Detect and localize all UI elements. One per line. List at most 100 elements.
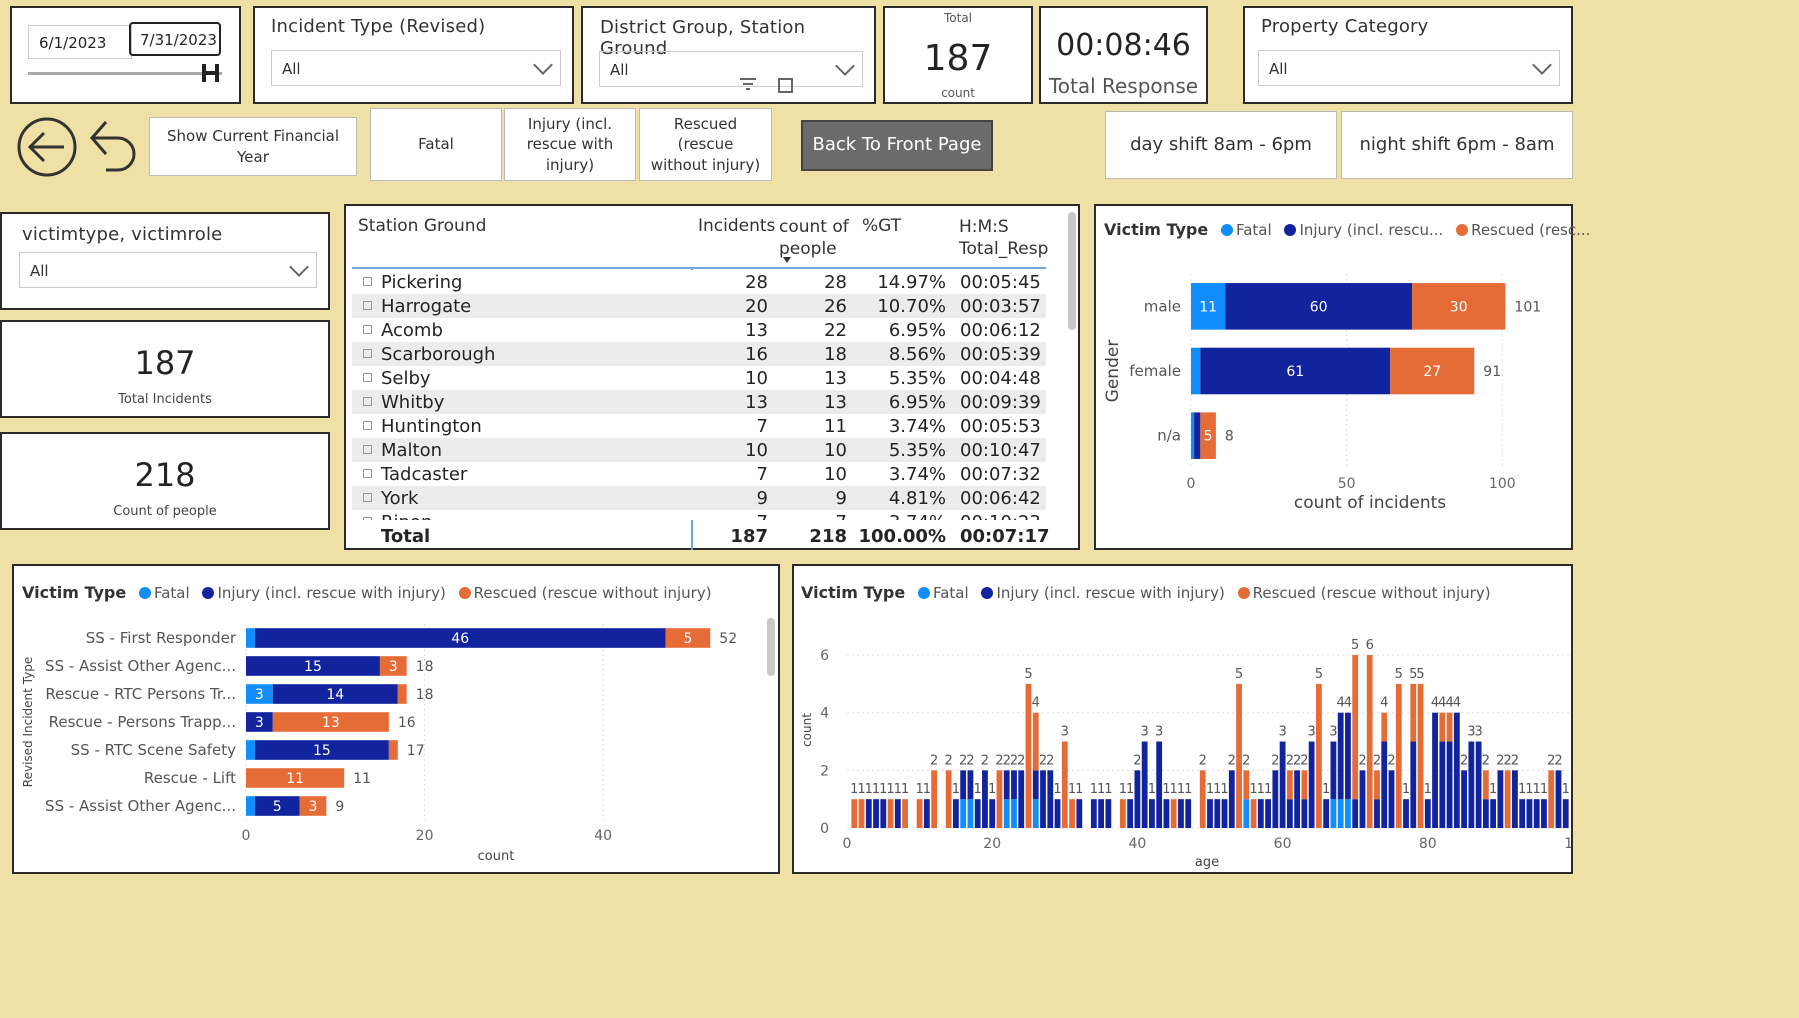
total-label: 2 — [930, 753, 938, 768]
district-dropdown[interactable]: All — [599, 51, 863, 87]
show-financial-year-button[interactable]: Show Current Financial Year — [149, 117, 357, 176]
expand-icon[interactable] — [363, 349, 372, 358]
property-category-dropdown[interactable]: All — [1258, 50, 1560, 86]
total-label: 1 — [901, 782, 909, 797]
legend-injury[interactable]: Injury (incl. rescue with injury) — [996, 584, 1224, 602]
table-row[interactable]: Harrogate 20 26 10.70% 00:03:57 — [352, 294, 1046, 318]
injury-dot-icon — [1284, 224, 1297, 236]
chart-scrollbar[interactable] — [767, 618, 775, 676]
table-row[interactable]: Ripon 7 7 3.74% 00:10:23 — [352, 510, 1046, 520]
total-incidents-card: 187 Total Incidents — [0, 320, 330, 418]
bar-segment — [1519, 799, 1526, 828]
legend-injury[interactable]: Injury (incl. rescu... — [1299, 221, 1443, 239]
incident-type-slicer: Incident Type (Revised) All — [253, 6, 574, 104]
table-row[interactable]: Tadcaster 7 10 3.74% 00:07:32 — [352, 462, 1046, 486]
expand-icon[interactable] — [363, 325, 372, 334]
expand-icon[interactable] — [363, 373, 372, 382]
table-row[interactable]: Selby 10 13 5.35% 00:04:48 — [352, 366, 1046, 390]
expand-icon[interactable] — [363, 397, 372, 406]
cell-resp: 00:09:39 — [960, 392, 1041, 413]
rescued-dot-icon — [1237, 587, 1250, 599]
table-row[interactable]: Whitby 13 13 6.95% 00:09:39 — [352, 390, 1046, 414]
bar-segment — [873, 799, 879, 828]
x-tick-label: 50 — [1338, 476, 1356, 492]
cell-station: Selby — [381, 368, 431, 389]
incident-type-dropdown[interactable]: All — [271, 50, 561, 86]
x-axis-title: count of incidents — [1294, 493, 1446, 513]
legend-fatal[interactable]: Fatal — [933, 584, 969, 602]
table-row[interactable]: Malton 10 10 5.35% 00:10:47 — [352, 438, 1046, 462]
day-shift-button[interactable]: day shift 8am - 6pm — [1105, 111, 1337, 179]
header-count-of-people[interactable]: count of people — [779, 216, 849, 260]
bar-segment — [1337, 712, 1344, 800]
expand-icon[interactable] — [363, 445, 372, 454]
back-to-front-page-button[interactable]: Back To Front Page — [801, 120, 993, 171]
rescued-button[interactable]: Rescued (rescue without injury) — [639, 108, 772, 181]
legend-rescued[interactable]: Rescued (rescue without injury) — [474, 584, 712, 602]
header-total-resp[interactable]: H:M:S Total_Resp — [959, 216, 1048, 260]
header-pct-gt[interactable]: %GT — [862, 216, 901, 236]
total-label: 18 — [416, 687, 434, 703]
expand-icon[interactable] — [363, 277, 372, 286]
focus-mode-icon[interactable] — [778, 78, 793, 93]
cell-incidents: 13 — [745, 392, 768, 413]
legend-rescued[interactable]: Rescued (rescue without injury) — [1253, 584, 1491, 602]
cell-resp: 00:05:45 — [960, 272, 1041, 293]
back-arrow-icon[interactable] — [16, 116, 78, 178]
night-shift-button[interactable]: night shift 6pm - 8am — [1341, 111, 1573, 179]
bar-segment — [1446, 741, 1453, 828]
legend-rescued[interactable]: Rescued (resc... — [1471, 221, 1590, 239]
date-range-slider[interactable] — [28, 72, 222, 75]
cell-pct: 3.74% — [889, 512, 946, 520]
bar-segment — [1446, 712, 1453, 742]
start-date-input[interactable]: 6/1/2023 — [28, 25, 132, 59]
table-scrollbar[interactable] — [1068, 212, 1076, 330]
injury-button[interactable]: Injury (incl. rescue with injury) — [504, 108, 636, 181]
bar-segment — [1541, 799, 1547, 828]
bar-segment — [1308, 741, 1315, 828]
victim-type-dropdown[interactable]: All — [19, 252, 317, 288]
data-label: 13 — [322, 715, 340, 731]
table-row[interactable]: York 9 9 4.81% 00:06:42 — [352, 486, 1046, 510]
expand-icon[interactable] — [363, 493, 372, 502]
expand-icon[interactable] — [363, 469, 372, 478]
total-label: 1 — [1148, 782, 1156, 797]
slider-handle[interactable] — [202, 64, 219, 82]
header-station-ground[interactable]: Station Ground — [358, 216, 486, 236]
legend-fatal[interactable]: Fatal — [1236, 221, 1272, 239]
fatal-button[interactable]: Fatal — [370, 108, 502, 181]
table-row[interactable]: Huntington 7 11 3.74% 00:05:53 — [352, 414, 1046, 438]
property-category-label: Property Category — [1261, 16, 1429, 37]
total-label: 16 — [398, 715, 416, 731]
total-label: 1 — [1264, 782, 1272, 797]
bar-segment — [960, 770, 967, 800]
bar-segment — [974, 799, 981, 828]
data-label: 3 — [255, 715, 264, 731]
expand-icon[interactable] — [363, 421, 372, 430]
expand-icon[interactable] — [363, 301, 372, 310]
filter-icon[interactable] — [740, 78, 756, 90]
total-label: 5 — [1315, 667, 1323, 682]
total-label: 2 — [944, 753, 952, 768]
cell-resp: 00:05:53 — [960, 416, 1041, 437]
bar-segment — [916, 799, 923, 828]
table-row[interactable]: Acomb 13 22 6.95% 00:06:12 — [352, 318, 1046, 342]
total-label: 2 — [1017, 753, 1025, 768]
legend-injury[interactable]: Injury (incl. rescue with injury) — [217, 584, 445, 602]
bar-segment — [1395, 683, 1402, 828]
bar-segment — [1286, 770, 1293, 800]
table-row[interactable]: Pickering 28 28 14.97% 00:05:45 — [352, 270, 1046, 294]
cell-station: Scarborough — [381, 344, 496, 365]
expand-icon[interactable] — [363, 517, 372, 520]
legend-fatal[interactable]: Fatal — [154, 584, 190, 602]
total-label: 1 — [988, 782, 996, 797]
data-label: 11 — [286, 771, 304, 787]
total-incidents-caption: Total Incidents — [118, 392, 212, 407]
header-incidents[interactable]: Incidents — [698, 216, 775, 236]
table-row[interactable]: Scarborough 16 18 8.56% 00:05:39 — [352, 342, 1046, 366]
x-tick-label: 20 — [983, 836, 1001, 852]
bar-segment — [1098, 799, 1105, 828]
cell-station: Ripon — [381, 512, 432, 520]
undo-icon[interactable] — [84, 116, 142, 178]
end-date-input[interactable]: 7/31/2023 — [129, 22, 221, 56]
